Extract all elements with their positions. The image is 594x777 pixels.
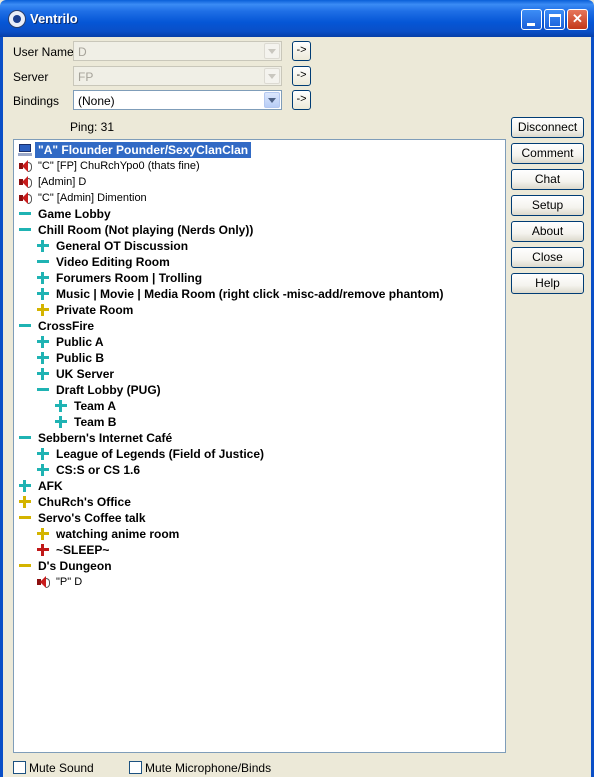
tree-item-label: Public B (56, 351, 105, 365)
window-title: Ventrilo (30, 11, 78, 26)
tree-item-label: Private Room (56, 303, 134, 317)
channel-plus-icon (36, 271, 50, 285)
channel-minus-icon (18, 319, 32, 333)
tree-item-label: Draft Lobby (PUG) (56, 383, 161, 397)
chevron-down-icon[interactable] (264, 92, 280, 108)
chat-button[interactable]: Chat (511, 169, 584, 190)
channel-minus-icon (18, 431, 32, 445)
tree-item-label: ~SLEEP~ (56, 543, 110, 557)
tree-item-label: Sebbern's Internet Café (38, 431, 173, 445)
speaker-icon (18, 191, 32, 205)
channel-minus-icon (18, 223, 32, 237)
speaker-wave-icon (46, 578, 50, 588)
channel-plus-icon (36, 367, 50, 381)
ping-readout: Ping: 31 (70, 120, 115, 134)
comment-button[interactable]: Comment (511, 143, 584, 164)
speaker-wave-icon (28, 178, 32, 188)
help-button[interactable]: Help (511, 273, 584, 294)
bindings-combo[interactable]: (None) (73, 90, 282, 110)
title-bar[interactable]: Ventrilo ✕ (0, 0, 594, 37)
tree-item-label: Public A (56, 335, 104, 349)
close-button[interactable]: Close (511, 247, 584, 268)
tree-item-label: AFK (38, 479, 63, 493)
tree-item-label: ChuRch's Office (38, 495, 131, 509)
channel-plus-icon (36, 335, 50, 349)
tree-item-label: CrossFire (38, 319, 95, 333)
tree-item-label: Team B (74, 415, 117, 429)
speaker-icon (36, 575, 50, 589)
computer-icon (18, 143, 32, 157)
maximize-button[interactable] (544, 9, 565, 30)
chevron-down-icon[interactable] (264, 43, 280, 59)
tree-item-label: "C" [Admin] Dimention (38, 192, 147, 204)
username-label: User Name (13, 45, 74, 59)
username-value: D (78, 45, 87, 59)
channel-plus-icon (18, 479, 32, 493)
close-window-button[interactable]: ✕ (567, 9, 588, 30)
mute-sound-label: Mute Sound (29, 761, 94, 775)
chevron-down-icon[interactable] (264, 68, 280, 84)
server-combo[interactable]: FP (73, 66, 282, 86)
channel-tree[interactable]: "A" Flounder Pounder/SexyClanClan "C" [FP… (13, 139, 506, 753)
channel-plus-icon (36, 351, 50, 365)
mute-sound-checkbox[interactable] (13, 761, 26, 774)
channel-plus-icon (36, 303, 50, 317)
tree-item-label: League of Legends (Field of Justice) (56, 447, 265, 461)
ventrilo-app-icon (8, 10, 26, 28)
minimize-button[interactable] (521, 9, 542, 30)
mute-microphone-checkbox[interactable] (129, 761, 142, 774)
server-value: FP (78, 70, 94, 84)
tree-item-label: "A" Flounder Pounder/SexyClanClan (35, 142, 252, 158)
speaker-wave-icon (28, 194, 32, 204)
channel-plus-icon (36, 543, 50, 557)
channel-minus-icon (18, 511, 32, 525)
server-go-button[interactable]: -> (292, 66, 311, 86)
tree-item-label: Team A (74, 399, 117, 413)
channel-plus-icon (36, 463, 50, 477)
channel-plus-icon (18, 495, 32, 509)
server-label: Server (13, 70, 49, 84)
bindings-go-button[interactable]: -> (292, 90, 311, 110)
channel-plus-icon (36, 287, 50, 301)
tree-item-label: General OT Discussion (56, 239, 189, 253)
tree-item-label: CS:S or CS 1.6 (56, 463, 141, 477)
tree-item-label: [Admin] D (38, 176, 87, 188)
channel-minus-icon (36, 383, 50, 397)
tree-item-label: Video Editing Room (56, 255, 170, 269)
speaker-icon (18, 175, 32, 189)
channel-plus-icon (36, 239, 50, 253)
username-go-button[interactable]: -> (292, 41, 311, 61)
tree-item-label: watching anime room (56, 527, 180, 541)
tree-item-label: Chill Room (Not playing (Nerds Only)) (38, 223, 254, 237)
disconnect-button[interactable]: Disconnect (511, 117, 584, 138)
bindings-value: (None) (78, 94, 115, 108)
window-frame-left (0, 37, 3, 777)
speaker-icon (18, 159, 32, 173)
channel-plus-icon (54, 399, 68, 413)
tree-item-label: UK Server (56, 367, 115, 381)
speaker-wave-icon (28, 162, 32, 172)
mute-microphone-label: Mute Microphone/Binds (145, 761, 272, 775)
bindings-label: Bindings (13, 94, 60, 108)
channel-plus-icon (54, 415, 68, 429)
about-button[interactable]: About (511, 221, 584, 242)
channel-minus-icon (18, 207, 32, 221)
channel-minus-icon (18, 559, 32, 573)
tree-item-label: "C" [FP] ChuRchYpo0 (thats fine) (38, 160, 200, 172)
tree-item-label: Game Lobby (38, 207, 111, 221)
setup-button[interactable]: Setup (511, 195, 584, 216)
channel-minus-icon (36, 255, 50, 269)
channel-plus-icon (36, 447, 50, 461)
tree-item-label: Music | Movie | Media Room (right click … (56, 287, 444, 301)
tree-item-label: D's Dungeon (38, 559, 112, 573)
tree-item-label: "P" D (56, 576, 83, 588)
tree-item-label: Forumers Room | Trolling (56, 271, 203, 285)
tree-item-label: Servo's Coffee talk (38, 511, 146, 525)
username-combo[interactable]: D (73, 41, 282, 61)
channel-plus-icon (36, 527, 50, 541)
